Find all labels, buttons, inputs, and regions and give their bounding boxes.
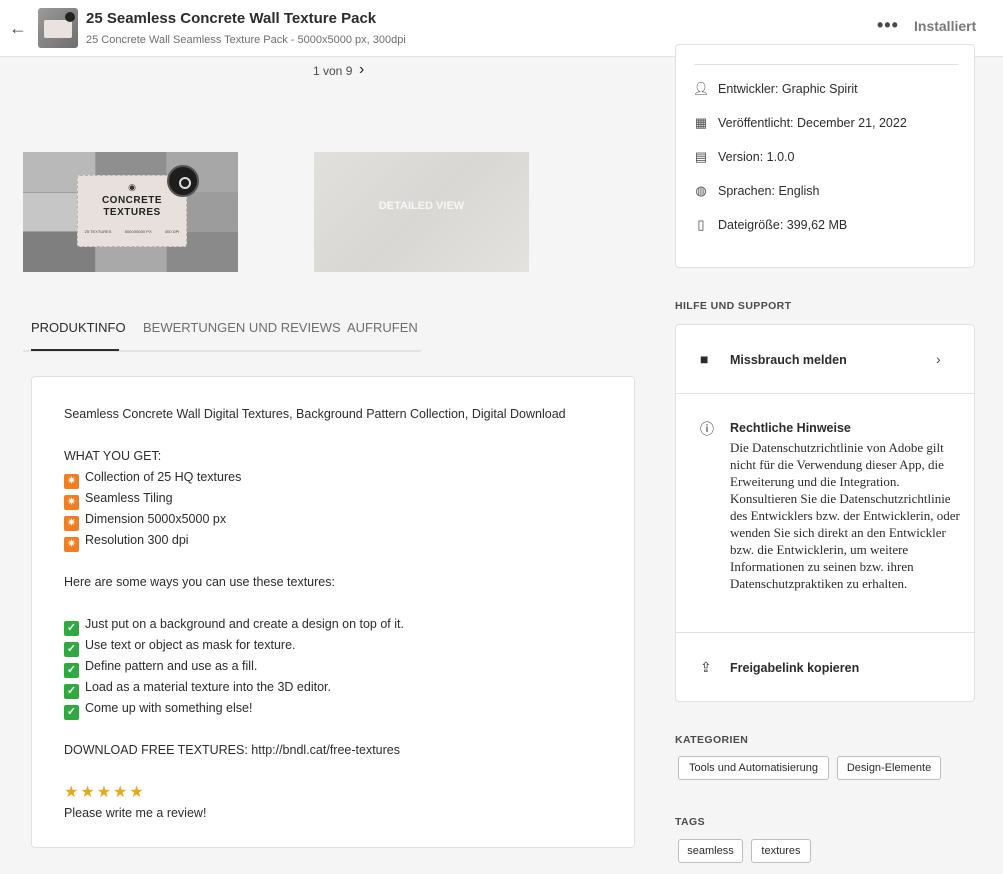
- review-request: Please write me a review!: [64, 806, 207, 820]
- seamless-seal-icon: [167, 165, 199, 197]
- filesize-row: ▯ Dateigröße: 399,62 MB: [692, 217, 847, 233]
- tag-chip[interactable]: seamless: [678, 839, 743, 863]
- active-tab-indicator: [31, 349, 119, 351]
- report-abuse-row[interactable]: ■ Missbrauch melden ›: [676, 325, 974, 393]
- calendar-icon: ▦: [694, 115, 708, 130]
- published-row: ▦ Veröffentlicht: December 21, 2022: [692, 115, 907, 131]
- list-item: ✷ Resolution 300 dpi: [64, 530, 602, 552]
- card-specs: 25 TEXTURES 5000X5000 PX 300 DPI: [84, 229, 180, 234]
- share-icon: ⇪: [700, 659, 712, 675]
- file-code-icon: ▤: [694, 149, 708, 164]
- sparkle-icon: ✷: [64, 495, 79, 510]
- sparkle-icon: ✷: [64, 474, 79, 489]
- list-item: ✓ Just put on a background and create a d…: [64, 614, 602, 636]
- app-info-card: 👤︎ Entwickler: Graphic Spirit ▦ Veröffentl…: [675, 44, 975, 268]
- list-item: ✓ Come up with something else!: [64, 698, 602, 720]
- check-icon: ✓: [64, 663, 79, 678]
- list-item: ✓ Define pattern and use as a fill.: [64, 656, 602, 678]
- chevron-right-icon: ›: [936, 351, 941, 367]
- list-item: ✷ Seamless Tiling: [64, 488, 602, 510]
- check-icon: ✓: [64, 684, 79, 699]
- check-icon: ✓: [64, 642, 79, 657]
- more-options-icon[interactable]: •••: [877, 15, 899, 36]
- languages-row: ◍ Sprachen: English: [692, 183, 819, 199]
- card-title: CONCRETE TEXTURES: [101, 195, 163, 218]
- gallery-pager: 1 von 9: [313, 64, 353, 78]
- list-item: ✷ Dimension 5000x5000 px: [64, 509, 602, 531]
- app-title: 25 Seamless Concrete Wall Texture Pack: [86, 10, 377, 27]
- tab-bewertungen[interactable]: BEWERTUNGEN UND REVIEWS: [143, 320, 341, 335]
- support-section-title: HILFE UND SUPPORT: [675, 300, 792, 312]
- developer-row: 👤︎ Entwickler: Graphic Spirit: [692, 81, 858, 96]
- divider: [694, 64, 958, 65]
- product-description: Seamless Concrete Wall Digital Textures,…: [31, 376, 635, 848]
- info-icon: ⓘ: [700, 421, 714, 437]
- legal-title: Rechtliche Hinweise: [730, 421, 851, 435]
- star-rating-icon: ★★★★★: [64, 784, 146, 801]
- tags-section-title: TAGS: [675, 816, 705, 828]
- report-abuse-label: Missbrauch melden: [730, 353, 847, 367]
- check-icon: ✓: [64, 621, 79, 636]
- list-item: ✓ Use text or object as mask for texture.: [64, 635, 602, 657]
- screenshot-thumbnail-1[interactable]: ◉ CONCRETE TEXTURES 25 TEXTURES 5000X500…: [23, 152, 238, 272]
- app-subtitle: 25 Concrete Wall Seamless Texture Pack -…: [86, 34, 406, 46]
- app-thumbnail: [38, 8, 78, 48]
- tab-produktinfo[interactable]: PRODUKTINFO: [31, 320, 126, 335]
- tab-aufrufen[interactable]: AUFRUFEN: [347, 320, 418, 335]
- copy-share-link-row[interactable]: ⇪ Freigabelink kopieren: [676, 633, 974, 701]
- what-you-get-heading: WHAT YOU GET:: [64, 449, 162, 463]
- installed-status: Installiert: [914, 18, 977, 34]
- globe-icon: ◍: [695, 183, 707, 198]
- product-tabs: PRODUKTINFO BEWERTUNGEN UND REVIEWS AUFR…: [23, 312, 421, 352]
- copy-share-link-label: Freigabelink kopieren: [730, 661, 860, 675]
- chevron-right-icon[interactable]: ›: [359, 61, 364, 79]
- list-item: ✷ Collection of 25 HQ textures: [64, 467, 602, 489]
- ways-heading: Here are some ways you can use these tex…: [64, 575, 335, 589]
- screenshot-thumbnail-2[interactable]: DETAILED VIEW: [314, 152, 529, 272]
- detailed-view-watermark: DETAILED VIEW: [378, 200, 465, 212]
- sparkle-icon: ✷: [64, 537, 79, 552]
- check-icon: ✓: [64, 705, 79, 720]
- support-card: ■ Missbrauch melden › ⓘ Rechtliche Hinwe…: [675, 324, 975, 702]
- person-icon: 👤︎: [692, 81, 710, 96]
- version-row: ▤ Version: 1.0.0: [692, 149, 795, 165]
- alert-icon: ■: [700, 351, 709, 367]
- back-arrow-icon[interactable]: ←: [8, 16, 28, 40]
- legal-text: Die Datenschutzrichtlinie von Adobe gilt…: [730, 440, 960, 591]
- storage-icon: ▯: [697, 217, 705, 232]
- category-chip[interactable]: Tools und Automatisierung: [678, 756, 829, 780]
- list-item: ✓ Load as a material texture into the 3D …: [64, 677, 602, 699]
- tag-chip[interactable]: textures: [751, 839, 811, 863]
- category-chip[interactable]: Design-Elemente: [837, 756, 941, 780]
- sparkle-icon: ✷: [64, 516, 79, 531]
- categories-section-title: KATEGORIEN: [675, 734, 749, 746]
- description-intro: Seamless Concrete Wall Digital Textures,…: [64, 407, 566, 421]
- download-link-text: DOWNLOAD FREE TEXTURES: http://bndl.cat/…: [64, 743, 400, 757]
